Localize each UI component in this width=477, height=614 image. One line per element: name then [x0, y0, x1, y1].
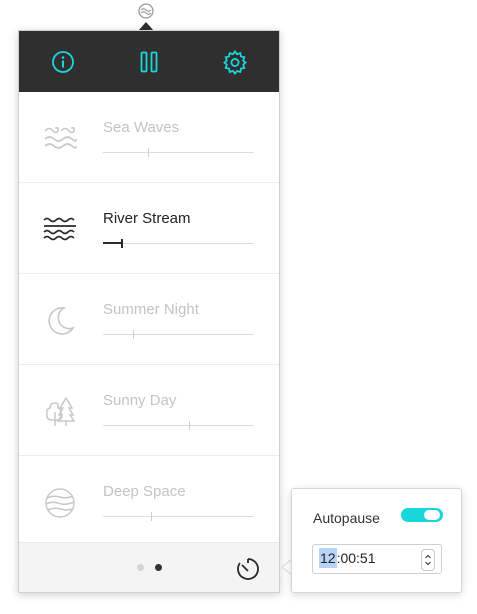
slider-track [103, 152, 254, 153]
gear-icon[interactable] [222, 49, 248, 75]
trees-icon [46, 396, 76, 426]
slider-thumb[interactable] [189, 421, 190, 430]
slider-track [103, 516, 254, 517]
volume-slider[interactable] [103, 239, 254, 248]
slider-track [103, 425, 254, 426]
river-stream-icon [43, 217, 76, 241]
slider-thumb[interactable] [151, 512, 152, 521]
sound-row-sea-waves[interactable]: Sea Waves [19, 92, 279, 183]
sound-name: Sea Waves [103, 119, 180, 136]
sound-row-summer-night[interactable]: Summer Night [19, 274, 279, 365]
time-stepper[interactable] [421, 549, 435, 571]
footer-bar [19, 542, 279, 592]
toolbar [19, 31, 279, 92]
slider-fill [103, 242, 121, 244]
volume-slider[interactable] [103, 421, 254, 430]
info-icon[interactable] [50, 49, 76, 75]
moon-icon [48, 307, 75, 335]
time-hours-segment[interactable]: 12 [319, 548, 337, 568]
page-dot-1[interactable] [137, 564, 144, 571]
planet-icon [45, 488, 75, 518]
time-rest-segment[interactable]: :00:51 [337, 550, 376, 566]
slider-thumb[interactable] [121, 239, 123, 248]
slider-track [103, 243, 254, 244]
autopause-time-field[interactable]: 12:00:51 [312, 544, 442, 574]
sounds-popover: Sea Waves River Stream Summer Night Sunn… [18, 30, 280, 593]
sound-name: Deep Space [103, 483, 186, 500]
sound-name: Sunny Day [103, 392, 177, 409]
timer-icon[interactable] [234, 555, 262, 583]
volume-slider[interactable] [103, 512, 254, 521]
autopause-label: Autopause [313, 510, 380, 526]
sound-name: Summer Night [103, 301, 199, 318]
toggle-knob [424, 510, 440, 520]
page-dot-2[interactable] [155, 564, 162, 571]
slider-thumb[interactable] [148, 148, 149, 157]
volume-slider[interactable] [103, 330, 254, 339]
sound-list: Sea Waves River Stream Summer Night Sunn… [19, 92, 279, 546]
volume-slider[interactable] [103, 148, 254, 157]
sound-row-sunny-day[interactable]: Sunny Day [19, 365, 279, 456]
slider-track [103, 334, 254, 335]
time-value: 12:00:51 [319, 548, 376, 568]
menubar-app-icon[interactable] [137, 2, 155, 20]
sound-row-river-stream[interactable]: River Stream [19, 183, 279, 274]
sound-row-deep-space[interactable]: Deep Space [19, 456, 279, 546]
pause-icon[interactable] [136, 49, 162, 75]
sound-name: River Stream [103, 210, 191, 227]
slider-thumb[interactable] [133, 330, 134, 339]
sea-waves-icon [44, 127, 77, 149]
autopause-panel: Autopause 12:00:51 [291, 488, 462, 593]
autopause-toggle[interactable] [401, 508, 443, 522]
